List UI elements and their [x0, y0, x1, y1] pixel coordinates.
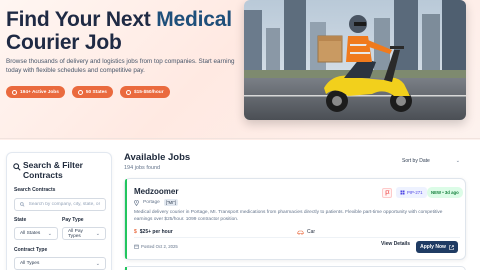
dollar-icon	[125, 89, 131, 95]
paytype-value: All Pay Types	[68, 228, 83, 239]
chevron-down-icon: ⌄	[455, 158, 460, 164]
filter-panel: Search & Filter Contracts Search Contrac…	[6, 152, 112, 270]
search-placeholder: Search by company, city, state, or tit	[28, 202, 100, 207]
hero-title: Find Your Next Medical Courier Job	[6, 8, 246, 54]
report-flag-button[interactable]	[382, 188, 392, 198]
paytype-select[interactable]: All Pay Types ⌄	[62, 227, 106, 240]
chevron-down-icon: ⌄	[95, 230, 100, 237]
jobs-title: Available Jobs	[124, 152, 191, 163]
job-description: Medical delivery courier in Portage, MI.…	[134, 210, 443, 222]
location-state-tag: ["MI"]	[163, 199, 179, 206]
hero-stats: 194+ Active Jobs 50 States $15-$50/hour	[6, 86, 170, 98]
card-divider	[134, 237, 460, 238]
location-city: Portage	[143, 200, 160, 205]
hero-title-line2: Courier Job	[6, 31, 122, 54]
hero-title-accent: Medical	[156, 8, 232, 31]
car-icon	[297, 230, 304, 235]
dollar-icon: $	[134, 229, 137, 235]
stat-pill-label: $15-$50/hour	[133, 89, 164, 95]
pin-badge-label: PIP-271	[407, 190, 423, 195]
contract-type-select[interactable]: All Types ⌄	[14, 257, 106, 270]
apply-now-button[interactable]: Apply Now	[416, 241, 458, 253]
sort-value: Sort by Date	[402, 158, 430, 164]
filter-title: Search & Filter Contracts	[23, 160, 83, 180]
jobs-count: 194 jobs found	[124, 165, 161, 171]
briefcase-icon	[12, 89, 17, 95]
pay-value: $25+ per hour	[139, 229, 173, 235]
stat-pill-jobs: 194+ Active Jobs	[6, 86, 65, 98]
contract-type-value: All Types	[20, 261, 40, 266]
job-card[interactable]	[124, 266, 466, 270]
pin-badge: PIP-271	[396, 187, 427, 198]
stat-pill-pay: $15-$50/hour	[119, 86, 170, 98]
contract-type-label: Contract Type	[14, 247, 48, 253]
sort-select[interactable]: Sort by Date ⌄	[398, 155, 464, 167]
state-label: State	[14, 217, 27, 223]
posted-value: Posted Oct 2, 2025	[141, 244, 178, 249]
apply-label: Apply Now	[420, 244, 446, 250]
state-select[interactable]: All States ⌄	[14, 227, 58, 240]
flag-icon	[385, 190, 390, 196]
calendar-icon	[134, 244, 139, 249]
view-details-button[interactable]: View Details	[381, 241, 410, 247]
posted-date: Posted Oct 2, 2025	[134, 244, 178, 249]
grid-icon	[400, 190, 405, 195]
hero-image	[244, 0, 466, 120]
job-vehicle: Car	[297, 229, 315, 235]
search-icon	[13, 163, 21, 171]
job-card-accent	[125, 179, 127, 259]
chevron-down-icon: ⌄	[47, 230, 52, 237]
new-badge: NEW • 3d ago	[427, 187, 463, 198]
hero-section: Find Your Next Medical Courier Job Brows…	[0, 0, 480, 140]
paytype-label: Pay Type	[62, 217, 84, 223]
search-label: Search Contracts	[14, 187, 56, 193]
vehicle-value: Car	[307, 229, 316, 235]
section-divider	[0, 138, 480, 139]
state-value: All States	[20, 231, 41, 236]
search-input[interactable]: Search by company, city, state, or tit	[14, 198, 106, 211]
map-pin-icon	[134, 199, 139, 206]
hero-subtitle: Browse thousands of delivery and logisti…	[6, 58, 235, 74]
company-name: Medzoomer	[134, 187, 179, 196]
job-card[interactable]: Medzoomer Portage ["MI"] PIP-271 NEW • 3…	[124, 178, 466, 260]
courier-scooter-illustration	[244, 0, 466, 120]
hero-title-main: Find Your Next	[6, 8, 157, 31]
stat-pill-label: 50 States	[85, 89, 107, 95]
stat-pill-label: 194+ Active Jobs	[20, 89, 59, 95]
stat-pill-states: 50 States	[71, 86, 113, 98]
job-location: Portage ["MI"]	[134, 199, 179, 206]
search-icon	[20, 202, 25, 207]
map-pin-icon	[77, 89, 83, 95]
chevron-down-icon: ⌄	[95, 260, 100, 267]
job-pay: $ $25+ per hour	[134, 229, 173, 235]
external-link-icon	[449, 244, 454, 250]
